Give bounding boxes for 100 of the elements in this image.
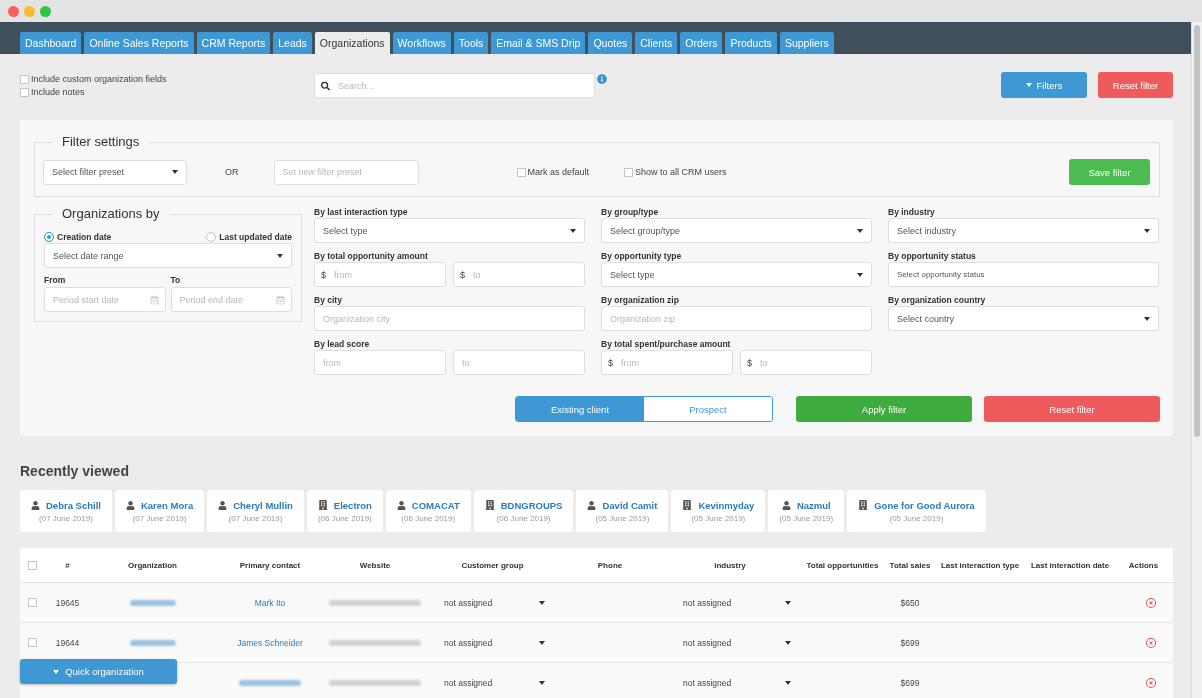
caret-icon	[785, 640, 791, 645]
text-field[interactable]: Organization zip	[601, 306, 872, 331]
date-type-radio[interactable]	[206, 232, 217, 242]
nav-tab[interactable]: Orders	[680, 32, 723, 54]
nav-tab[interactable]: Quotes	[588, 32, 633, 54]
date-field[interactable]: Period start date	[44, 287, 166, 312]
recent-item-card[interactable]: Karen Mora (07 June 2019)	[114, 490, 205, 532]
caret-icon	[857, 228, 863, 233]
recent-item-card[interactable]: Electron (06 June 2019)	[306, 490, 383, 532]
field-label: By group/type	[601, 206, 660, 218]
column-header: Total sales	[889, 560, 931, 570]
caret-icon	[53, 669, 60, 674]
date-type-radio[interactable]	[44, 232, 54, 242]
customer-group-select[interactable]: not assigned	[444, 637, 545, 648]
column-header: Total opportunities	[806, 560, 879, 570]
recent-item-card[interactable]: Debra Schill (07 June 2019)	[20, 490, 112, 532]
nav-tab[interactable]: Email & SMS Drip	[491, 32, 586, 54]
text-field[interactable]: Organization city	[314, 306, 585, 331]
number-field[interactable]: from	[314, 350, 446, 375]
recent-item-name: David Camit	[602, 499, 658, 511]
field-label: From	[44, 274, 67, 286]
nav-tab[interactable]: CRM Reports	[196, 32, 271, 54]
select-field[interactable]: Select country	[888, 306, 1159, 331]
nav-tab[interactable]: Leads	[273, 32, 312, 54]
field-label: By organization zip	[601, 294, 680, 306]
column-header: Actions	[1128, 560, 1159, 570]
new-preset-field[interactable]: Set new filter preset	[273, 159, 419, 185]
filters-button[interactable]: Filters	[1001, 72, 1087, 98]
nav-tab[interactable]: Products	[725, 32, 777, 54]
column-header: Website	[359, 560, 391, 570]
industry-select[interactable]: not assigned	[683, 677, 791, 688]
nav-tab[interactable]: Clients	[635, 32, 678, 54]
recent-item-date: (05 June 2019)	[691, 513, 746, 523]
delete-icon[interactable]	[1145, 677, 1156, 688]
reset-filter-button[interactable]: Reset filter	[1098, 72, 1173, 98]
person-icon	[125, 500, 135, 510]
customer-group-select[interactable]: not assigned	[444, 597, 545, 608]
client-type-option[interactable]: Prospect	[644, 397, 772, 421]
select-field[interactable]: Select group/type	[601, 218, 872, 243]
caret-icon	[857, 272, 863, 277]
recent-item-card[interactable]: BDNGROUPS (06 June 2019)	[473, 490, 574, 532]
person-icon	[218, 500, 228, 510]
industry-select[interactable]: not assigned	[683, 637, 791, 648]
search-field[interactable]: Search...	[314, 73, 595, 98]
setting-label: Show to all CRM users	[635, 167, 727, 177]
row-checkbox[interactable]	[28, 598, 37, 607]
date-field[interactable]: Period end date	[170, 287, 292, 312]
delete-icon[interactable]	[1145, 637, 1156, 648]
date-range-select[interactable]: Select date range	[44, 243, 292, 268]
select-field[interactable]: Select type	[314, 218, 585, 243]
window-close-button[interactable]	[8, 5, 19, 17]
nav-tab[interactable]: Organizations	[314, 32, 390, 54]
delete-icon[interactable]	[1145, 597, 1156, 608]
quick-organization-button[interactable]: Quick organization	[20, 659, 177, 684]
option-checkbox[interactable]	[20, 74, 29, 84]
recent-item-card[interactable]: Cheryl Mullin (07 June 2019)	[207, 490, 304, 532]
contact-link[interactable]: James Schneider	[237, 637, 303, 648]
select-field[interactable]: Select type	[601, 262, 872, 287]
currency-symbol: $	[747, 357, 752, 368]
save-filter-button[interactable]: Save filter	[1069, 159, 1150, 185]
customer-group-select[interactable]: not assigned	[444, 677, 545, 688]
recent-item-card[interactable]: David Camit (05 June 2019)	[576, 490, 669, 532]
select-field[interactable]: Select industry	[888, 218, 1159, 243]
setting-label: Mark as default	[527, 167, 590, 177]
recent-item-card[interactable]: COMACAT (06 June 2019)	[385, 490, 471, 532]
recent-item-name: Karen Mora	[140, 499, 194, 511]
row-checkbox[interactable]	[28, 638, 37, 647]
recent-item-date: (05 June 2019)	[779, 513, 834, 523]
recent-item-card[interactable]: Kevinmyday (05 June 2019)	[671, 490, 766, 532]
calendar-icon	[276, 295, 285, 304]
reset-filter-button[interactable]: Reset filter	[984, 396, 1160, 422]
setting-checkbox[interactable]	[516, 167, 526, 177]
setting-checkbox[interactable]	[624, 167, 634, 177]
nav-tab[interactable]: Dashboard	[20, 32, 82, 54]
preset-select[interactable]: Select filter preset	[43, 159, 187, 185]
caret-icon	[277, 253, 283, 258]
info-icon[interactable]	[597, 74, 607, 84]
nav-tab[interactable]: Workflows	[392, 32, 451, 54]
industry-select[interactable]: not assigned	[683, 597, 791, 608]
contact-link[interactable]: Mark Ito	[254, 597, 286, 608]
select-all-checkbox[interactable]	[28, 560, 37, 570]
recent-item-date: (07 June 2019)	[132, 513, 187, 523]
client-type-option[interactable]: Existing client	[516, 397, 644, 421]
column-header: Customer group	[461, 560, 524, 570]
caret-icon	[1025, 83, 1032, 87]
nav-tab[interactable]: Suppliers	[779, 32, 834, 54]
recent-item-card[interactable]: Gone for Good Aurora (05 June 2019)	[847, 490, 986, 532]
recent-item-card[interactable]: Nazmul (05 June 2019)	[768, 490, 845, 532]
option-checkbox[interactable]	[20, 87, 29, 97]
scrollbar-thumb[interactable]	[1194, 25, 1200, 437]
nav-tab[interactable]: Tools	[453, 32, 489, 54]
apply-filter-button[interactable]: Apply filter	[796, 396, 972, 422]
window-minimize-button[interactable]	[24, 5, 35, 17]
recent-item-date: (06 June 2019)	[401, 513, 456, 523]
recent-item-date: (07 June 2019)	[228, 513, 283, 523]
multi-select-field[interactable]: Select opportunity status	[888, 262, 1159, 287]
row-id: 19644	[55, 637, 80, 648]
window-zoom-button[interactable]	[40, 5, 51, 17]
number-field[interactable]: to	[453, 350, 585, 375]
nav-tab[interactable]: Online Sales Reports	[84, 32, 194, 54]
